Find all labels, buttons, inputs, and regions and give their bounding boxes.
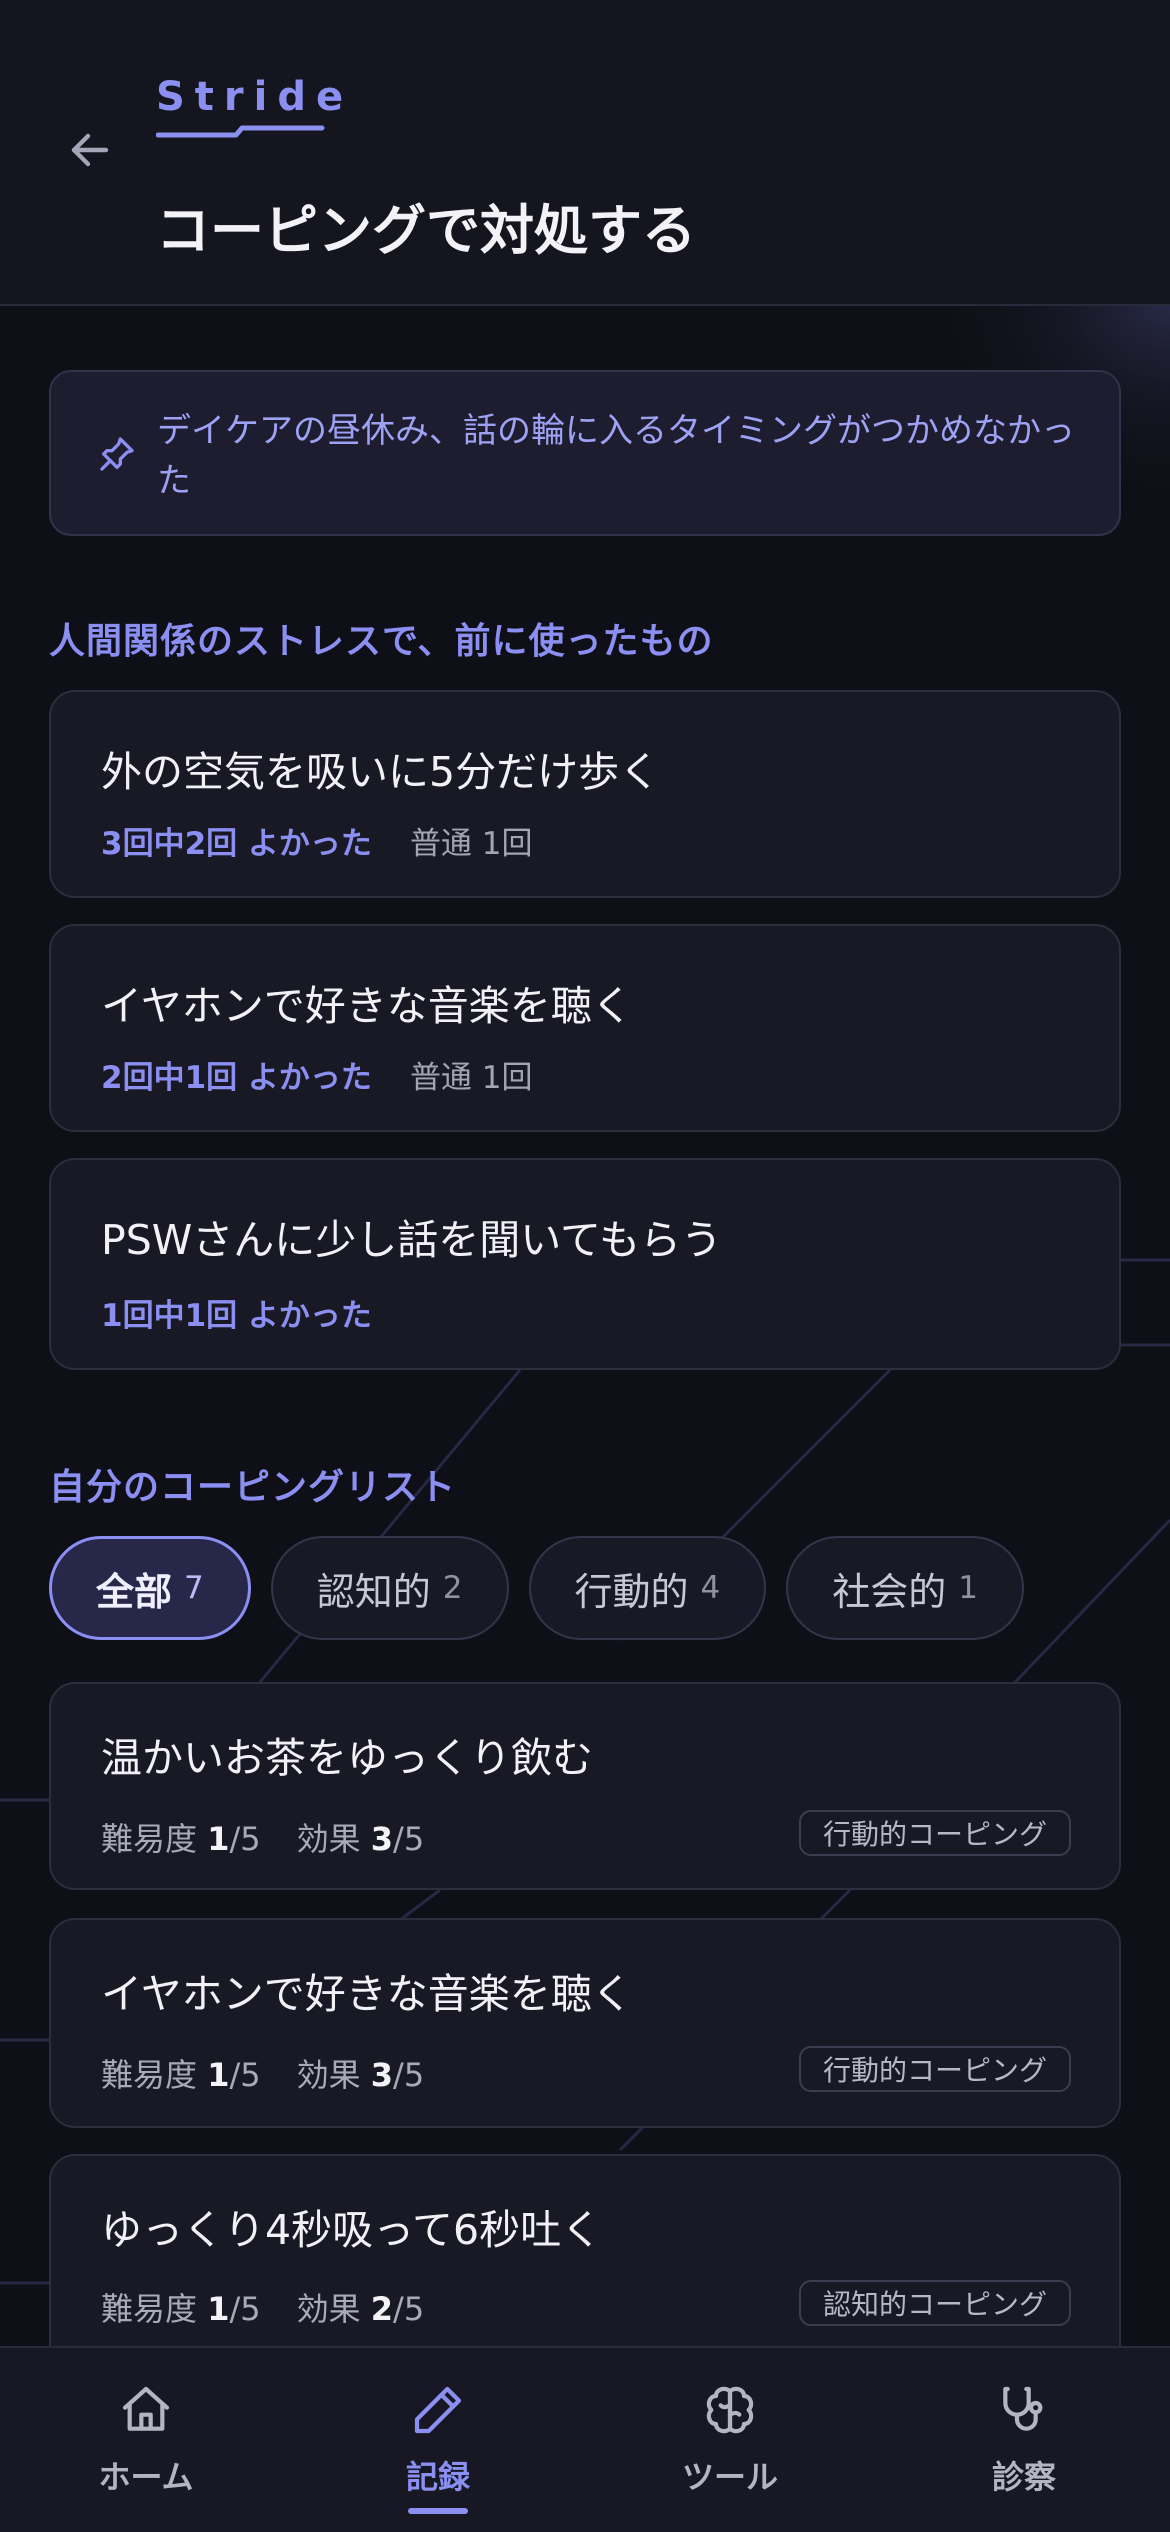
coping-title: 外の空気を吸いに5分だけ歩く — [101, 748, 661, 796]
nav-label: ツール — [681, 2458, 778, 2496]
chip-count: 4 — [700, 1570, 721, 1606]
chip-count: 7 — [184, 1570, 204, 1606]
home-icon — [122, 2386, 170, 2431]
filter-chip-behavioral[interactable]: 行動的 4 — [528, 1536, 767, 1640]
app-header: Stride コーピングで対処する — [0, 0, 1170, 306]
effect-rating: 効果 3/5 — [296, 2056, 425, 2094]
coping-ratings: 難易度 1/5 効果 2/5 — [101, 2284, 424, 2330]
filter-chip-all[interactable]: 全部 7 — [49, 1536, 251, 1640]
coping-title: ゆっくり4秒吸って6秒吐く — [101, 2206, 603, 2254]
good-count: 3回中2回 よかった — [101, 826, 372, 862]
effect-rating: 効果 3/5 — [296, 1820, 425, 1858]
active-indicator — [408, 2508, 468, 2514]
situation-card: デイケアの昼休み、話の輪に入るタイミングがつかめなかった — [49, 370, 1121, 536]
logo-underline — [156, 125, 325, 138]
effect-rating: 効果 2/5 — [296, 2290, 425, 2328]
neutral-count: 普通 1回 — [409, 826, 533, 862]
past-coping-card[interactable]: PSWさんに少し話を聞いてもらう 1回中1回 よかった — [49, 1158, 1121, 1370]
bottom-navigation: ホーム 記録 ツール 診察 — [0, 2346, 1170, 2532]
category-tag: 行動的コーピング — [798, 1810, 1071, 1856]
past-coping-heading: 人間関係のストレスで、前に使ったもの — [49, 621, 714, 662]
page-title: コーピングで対処する — [156, 199, 696, 262]
stethoscope-icon — [1003, 2386, 1043, 2431]
coping-title: PSWさんに少し話を聞いてもらう — [101, 1216, 723, 1264]
situation-text: デイケアの昼休み、話の輪に入るタイミングがつかめなかった — [157, 411, 1075, 501]
filter-chip-social[interactable]: 社会的 1 — [786, 1536, 1024, 1640]
nav-label: 記録 — [405, 2458, 470, 2496]
chip-label: 社会的 — [832, 1569, 947, 1614]
coping-stats: 2回中1回 よかった 普通 1回 — [101, 1052, 533, 1097]
past-coping-card[interactable]: 外の空気を吸いに5分だけ歩く 3回中2回 よかった 普通 1回 — [49, 690, 1121, 898]
coping-stats: 1回中1回 よかった — [101, 1290, 372, 1335]
back-button[interactable] — [60, 120, 120, 180]
good-count: 2回中1回 よかった — [101, 1060, 372, 1096]
chip-label: 行動的 — [574, 1569, 689, 1614]
pencil-icon — [414, 2386, 462, 2434]
coping-title: 温かいお茶をゆっくり飲む — [101, 1734, 593, 1782]
coping-list-item[interactable]: 温かいお茶をゆっくり飲む 難易度 1/5 効果 3/5 行動的コーピング — [49, 1682, 1121, 1890]
good-count: 1回中1回 よかった — [101, 1298, 372, 1334]
past-coping-card[interactable]: イヤホンで好きな音楽を聴く 2回中1回 よかった 普通 1回 — [49, 924, 1121, 1132]
arrow-left-icon — [71, 133, 109, 167]
nav-item-home[interactable]: ホーム — [46, 2382, 246, 2498]
coping-ratings: 難易度 1/5 効果 3/5 — [101, 2050, 424, 2096]
coping-title: イヤホンで好きな音楽を聴く — [101, 1970, 633, 2018]
difficulty-rating: 難易度 1/5 — [101, 1820, 261, 1858]
chip-count: 1 — [958, 1570, 978, 1606]
nav-item-record[interactable]: 記録 — [338, 2382, 538, 2514]
difficulty-rating: 難易度 1/5 — [101, 2056, 261, 2094]
chip-label: 認知的 — [316, 1569, 431, 1614]
coping-list-heading: 自分のコーピングリスト — [49, 1467, 457, 1508]
brain-icon — [706, 2386, 754, 2434]
nav-label: ホーム — [98, 2458, 194, 2496]
nav-item-consultation[interactable]: 診察 — [924, 2382, 1124, 2498]
neutral-count: 普通 1回 — [409, 1060, 533, 1096]
coping-list-item[interactable]: ゆっくり4秒吸って6秒吐く 難易度 1/5 効果 2/5 認知的コーピング — [49, 2154, 1121, 2374]
chip-count: 2 — [442, 1570, 463, 1606]
difficulty-rating: 難易度 1/5 — [101, 2290, 261, 2328]
nav-item-tools[interactable]: ツール — [630, 2382, 830, 2498]
category-tag: 認知的コーピング — [798, 2280, 1071, 2326]
app-logo: Stride — [156, 74, 353, 138]
coping-ratings: 難易度 1/5 効果 3/5 — [101, 1814, 424, 1860]
coping-list-item[interactable]: イヤホンで好きな音楽を聴く 難易度 1/5 効果 3/5 行動的コーピング — [49, 1918, 1121, 2128]
logo-text: Stride — [156, 74, 354, 120]
filter-chip-cognitive[interactable]: 認知的 2 — [270, 1536, 509, 1640]
chip-label: 全部 — [96, 1569, 173, 1614]
nav-label: 診察 — [991, 2458, 1056, 2496]
pin-icon — [100, 437, 134, 471]
category-tag: 行動的コーピング — [798, 2046, 1071, 2092]
category-filter: 全部 7 認知的 2 行動的 4 社会的 1 — [49, 1536, 1024, 1640]
coping-title: イヤホンで好きな音楽を聴く — [101, 982, 633, 1030]
coping-stats: 3回中2回 よかった 普通 1回 — [101, 818, 533, 863]
